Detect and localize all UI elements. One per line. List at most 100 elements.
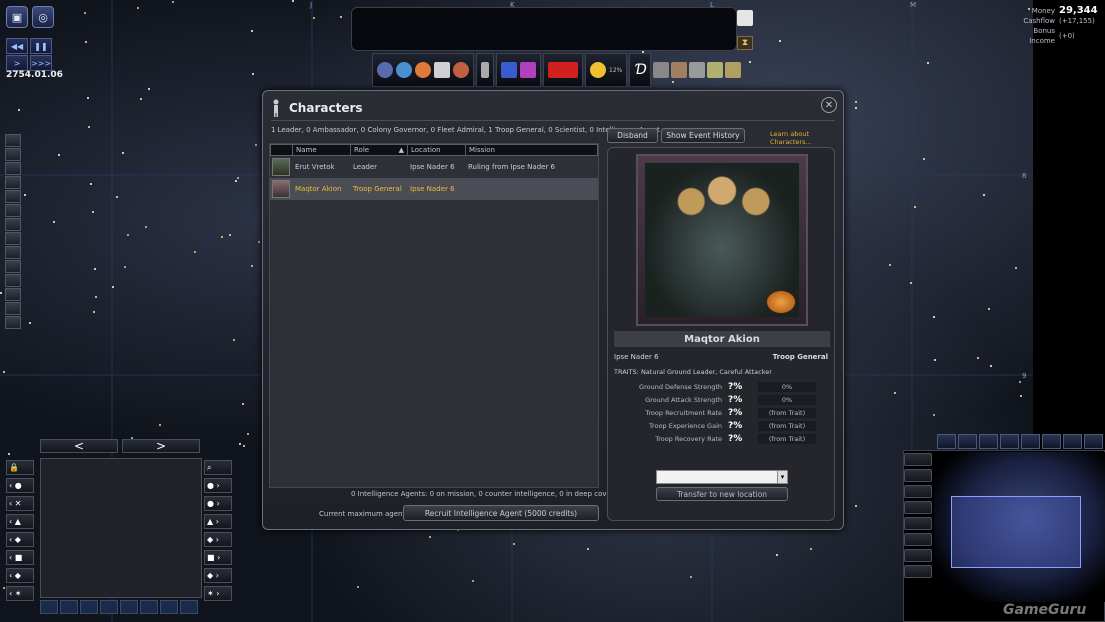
tab[interactable] <box>60 600 78 614</box>
tab[interactable] <box>40 600 58 614</box>
filter-icon[interactable] <box>1021 434 1040 449</box>
tab[interactable] <box>80 600 98 614</box>
zoom-icon[interactable] <box>904 549 932 562</box>
filter-icon[interactable] <box>958 434 977 449</box>
filter-icon[interactable] <box>1042 434 1061 449</box>
tab[interactable] <box>120 600 138 614</box>
toolbar-slot-icon[interactable] <box>5 260 21 273</box>
monitor-icon[interactable]: ▣ <box>6 6 28 28</box>
hourglass-icon[interactable]: ⧗ <box>737 36 753 50</box>
zoom-icon[interactable] <box>904 453 932 466</box>
transfer-button[interactable]: Transfer to new location <box>656 487 788 501</box>
zoom-icon[interactable] <box>904 517 932 530</box>
chevron-down-icon[interactable]: ▾ <box>777 471 787 483</box>
flag-icon[interactable] <box>501 62 517 78</box>
weapons-icon[interactable] <box>453 62 469 78</box>
side-button[interactable]: ● › <box>204 496 232 511</box>
tab[interactable] <box>140 600 158 614</box>
planet-icon[interactable] <box>377 62 393 78</box>
star <box>29 322 31 324</box>
toolbar-slot-icon[interactable] <box>5 274 21 287</box>
filter-icon[interactable] <box>1084 434 1103 449</box>
tab[interactable] <box>160 600 178 614</box>
toolbar-slot-icon[interactable] <box>5 288 21 301</box>
d-icon[interactable]: Ɗ <box>634 62 645 78</box>
filter-icon[interactable] <box>979 434 998 449</box>
header-mission[interactable]: Mission <box>466 145 597 155</box>
toolbar-slot-icon[interactable] <box>5 246 21 259</box>
search-icon[interactable]: ⌕ <box>204 460 232 475</box>
zoom-icon[interactable] <box>904 565 932 578</box>
speed-down-button[interactable]: > <box>6 55 28 71</box>
tab[interactable] <box>100 600 118 614</box>
zoom-icon[interactable] <box>904 501 932 514</box>
document-icon[interactable] <box>434 62 450 78</box>
flag-icon[interactable] <box>520 62 536 78</box>
header-role[interactable]: Role ▲ <box>351 145 408 155</box>
colony-icon[interactable] <box>415 62 431 78</box>
empire-flag-icon[interactable] <box>548 62 578 78</box>
minimap-viewport[interactable] <box>951 496 1081 568</box>
table-row[interactable]: Erut Vretok Leader Ipse Nader 6 Ruling f… <box>270 156 598 178</box>
side-button[interactable]: ‹ ✕ <box>6 496 34 511</box>
ship-icon[interactable] <box>724 62 741 78</box>
characters-icon[interactable] <box>481 62 489 78</box>
toolbar-slot-icon[interactable] <box>5 148 21 161</box>
filter-icon[interactable] <box>937 434 956 449</box>
toolbar-slot-icon[interactable] <box>5 204 21 217</box>
filter-icon[interactable] <box>1000 434 1019 449</box>
side-button[interactable]: ‹ ◆ <box>6 568 34 583</box>
message-icon[interactable] <box>737 10 753 26</box>
side-button[interactable]: ◆ › <box>204 568 232 583</box>
table-row[interactable]: Maqtor Akion Troop General Ipse Nader 6 <box>270 178 598 200</box>
ship-icon[interactable] <box>706 62 723 78</box>
prev-arrow-button[interactable]: < <box>40 439 118 453</box>
pause-icon[interactable]: ❚❚ <box>30 38 52 54</box>
toolbar-slot-icon[interactable] <box>5 302 21 315</box>
side-button[interactable]: ‹ ■ <box>6 550 34 565</box>
header-location[interactable]: Location <box>408 145 466 155</box>
toolbar-slot-icon[interactable] <box>5 232 21 245</box>
star <box>53 221 55 223</box>
toolbar-slot-icon[interactable] <box>5 316 21 329</box>
zoom-icon[interactable] <box>904 469 932 482</box>
toolbar-slot-icon[interactable] <box>5 162 21 175</box>
filter-icon[interactable] <box>1063 434 1082 449</box>
recruit-agent-button[interactable]: Recruit Intelligence Agent (5000 credits… <box>403 505 599 521</box>
message-bar[interactable] <box>351 7 737 51</box>
toolbar-slot-icon[interactable] <box>5 190 21 203</box>
ship-icon[interactable] <box>670 62 687 78</box>
lightbulb-icon[interactable] <box>590 62 606 78</box>
ship-icon[interactable] <box>688 62 705 78</box>
zoom-icon[interactable] <box>904 533 932 546</box>
ship-icon[interactable] <box>652 62 669 78</box>
side-button[interactable]: ◆ › <box>204 532 232 547</box>
speed-up-button[interactable]: >>> <box>30 55 52 71</box>
close-button[interactable]: ✕ <box>821 97 837 113</box>
location-dropdown[interactable]: ▾ <box>656 470 788 484</box>
research-icon[interactable] <box>396 62 412 78</box>
tab[interactable] <box>180 600 198 614</box>
side-button[interactable]: ● › <box>204 478 232 493</box>
toolbar-slot-icon[interactable] <box>5 134 21 147</box>
side-button[interactable]: ‹ ✶ <box>6 586 34 601</box>
header-name[interactable]: Name <box>293 145 351 155</box>
game-date: 2754.01.06 <box>6 70 63 80</box>
star <box>124 266 126 268</box>
learn-about-characters-link[interactable]: Learn about Characters... <box>770 130 843 146</box>
rewind-icon[interactable]: ◀◀ <box>6 38 28 54</box>
side-button[interactable]: ✶ › <box>204 586 232 601</box>
zoom-icon[interactable] <box>904 485 932 498</box>
disband-button[interactable]: Disband <box>607 128 658 143</box>
chat-bubble-icon[interactable]: ◎ <box>32 6 54 28</box>
side-button[interactable]: ■ › <box>204 550 232 565</box>
toolbar-slot-icon[interactable] <box>5 176 21 189</box>
side-button[interactable]: ‹ ▲ <box>6 514 34 529</box>
side-button[interactable]: ‹ ◆ <box>6 532 34 547</box>
side-button[interactable]: ‹ ● <box>6 478 34 493</box>
toolbar-slot-icon[interactable] <box>5 218 21 231</box>
show-event-history-button[interactable]: Show Event History <box>661 128 745 143</box>
side-button[interactable]: ▲ › <box>204 514 232 529</box>
next-arrow-button[interactable]: > <box>122 439 200 453</box>
lock-icon[interactable]: 🔒 <box>6 460 34 475</box>
